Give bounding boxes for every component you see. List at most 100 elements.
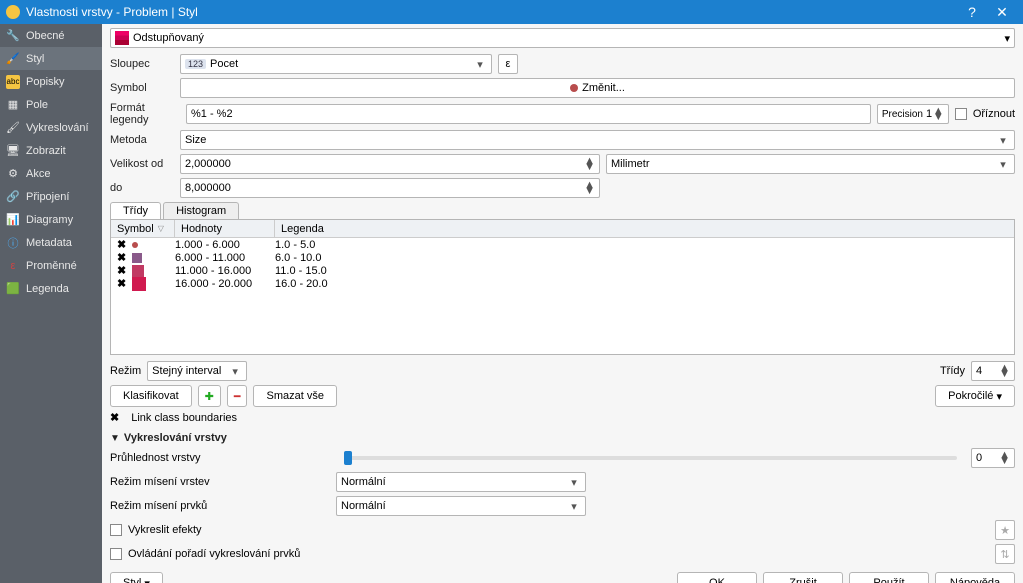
mode-select[interactable]: Stejný interval ▾: [147, 361, 247, 381]
wrench-icon: 🔧: [6, 29, 20, 43]
size-to-value: 8,000000: [185, 182, 231, 194]
renderer-type-select[interactable]: Odstupňovaný ▾: [110, 28, 1015, 48]
info-icon: ⓘ: [6, 236, 20, 250]
sidebar-item-legend[interactable]: 🟩 Legenda: [0, 277, 102, 300]
spinner-arrows-icon: ▲▼: [999, 452, 1010, 464]
sidebar-item-label: Zobrazit: [26, 145, 66, 157]
column-value: Pocet: [210, 58, 238, 70]
sidebar-item-label: Legenda: [26, 283, 69, 295]
blend-layer-label: Režim mísení vrstev: [110, 476, 330, 488]
sidebar-item-general[interactable]: 🔧Obecné: [0, 24, 102, 47]
row-legend: 16.0 - 20.0: [275, 278, 328, 290]
blend-feature-select[interactable]: Normální ▾: [336, 496, 586, 516]
add-class-button[interactable]: ✚: [198, 385, 221, 407]
classify-button[interactable]: Klasifikovat: [110, 385, 192, 407]
chevron-down-icon: ▾: [996, 134, 1010, 147]
sidebar-item-actions[interactable]: ⚙Akce: [0, 162, 102, 185]
classes-count-value: 4: [976, 365, 982, 377]
transparency-slider[interactable]: [344, 456, 957, 460]
remove-class-button[interactable]: ━: [227, 385, 248, 407]
renderer-type-value: Odstupňovaný: [133, 32, 204, 44]
sidebar-item-label: Diagramy: [26, 214, 73, 226]
transparency-spinner[interactable]: 0 ▲▼: [971, 448, 1015, 468]
sidebar-item-labels[interactable]: abcPopisky: [0, 70, 102, 93]
monitor-icon: 🖥: [6, 144, 20, 158]
tab-histogram[interactable]: Histogram: [163, 202, 239, 219]
sidebar-item-variables[interactable]: εProměnné: [0, 254, 102, 277]
table-row[interactable]: ✖16.000 - 20.00016.0 - 20.0: [111, 277, 1014, 290]
grid-header-symbol[interactable]: Symbol▽: [111, 220, 175, 237]
sidebar-item-label: Pole: [26, 99, 48, 111]
symbol-label: Symbol: [110, 82, 174, 94]
titlebar: Vlastnosti vrstvy - Problem | Styl ? ✕: [0, 0, 1023, 24]
effects-settings-button[interactable]: ★: [995, 520, 1015, 540]
classes-count-label: Třídy: [940, 365, 965, 377]
classes-count-spinner[interactable]: 4 ▲▼: [971, 361, 1015, 381]
size-to-spinner[interactable]: 8,000000 ▲▼: [180, 178, 600, 198]
expression-button[interactable]: ε: [498, 54, 518, 74]
advanced-button[interactable]: Pokročilé ▾: [935, 385, 1015, 407]
sidebar-item-joins[interactable]: 🔗Připojení: [0, 185, 102, 208]
chevron-down-icon: ▾: [1004, 32, 1010, 45]
method-select[interactable]: Size ▾: [180, 130, 1015, 150]
tab-classes[interactable]: Třídy: [110, 202, 161, 219]
trim-label: Oříznout: [973, 108, 1015, 120]
sort-icon: ⇅: [1000, 548, 1009, 561]
help-button[interactable]: Nápověda: [935, 572, 1015, 583]
table-icon: ▦: [6, 98, 20, 112]
row-legend: 6.0 - 10.0: [275, 252, 321, 264]
blend-layer-select[interactable]: Normální ▾: [336, 472, 586, 492]
enabled-check-icon[interactable]: ✖: [117, 264, 126, 277]
size-unit-select[interactable]: Milimetr ▾: [606, 154, 1015, 174]
layer-rendering-header[interactable]: ▼ Vykreslování vrstvy: [110, 432, 1015, 444]
size-from-spinner[interactable]: 2,000000 ▲▼: [180, 154, 600, 174]
graduated-icon: [115, 31, 129, 45]
slider-thumb[interactable]: [344, 451, 352, 465]
sidebar-item-rendering[interactable]: 🖌Vykreslování: [0, 116, 102, 139]
sidebar-item-metadata[interactable]: ⓘ Metadata: [0, 231, 102, 254]
precision-label: Precision: [882, 109, 923, 120]
number-type-icon: 123: [185, 59, 206, 69]
chevron-down-icon: ▼: [110, 433, 120, 444]
close-button[interactable]: ✕: [987, 4, 1017, 21]
enabled-check-icon[interactable]: ✖: [117, 277, 126, 290]
table-row[interactable]: ✖11.000 - 16.00011.0 - 15.0: [111, 264, 1014, 277]
plus-icon: ✚: [205, 390, 214, 403]
sidebar-item-display[interactable]: 🖥 Zobrazit: [0, 139, 102, 162]
apply-button[interactable]: Použít: [849, 572, 929, 583]
legend-icon: 🟩: [6, 282, 20, 296]
column-select[interactable]: 123 Pocet ▾: [180, 54, 492, 74]
epsilon-icon: ε: [506, 58, 511, 70]
delete-all-button[interactable]: Smazat vše: [253, 385, 336, 407]
precision-spinner[interactable]: Precision 1 ▲▼: [877, 104, 949, 124]
blend-feature-label: Režim mísení prvků: [110, 500, 330, 512]
chevron-down-icon: ▾: [567, 476, 581, 489]
style-menu-button[interactable]: Styl ▾: [110, 572, 163, 583]
enabled-check-icon[interactable]: ✖: [117, 251, 126, 264]
trim-checkbox[interactable]: [955, 108, 967, 120]
order-settings-button[interactable]: ⇅: [995, 544, 1015, 564]
grid-header-values[interactable]: Hodnoty: [175, 220, 275, 237]
size-unit-value: Milimetr: [611, 158, 650, 170]
draw-effects-checkbox[interactable]: [110, 524, 122, 536]
ok-button[interactable]: OK: [677, 572, 757, 583]
cancel-button[interactable]: Zrušit: [763, 572, 843, 583]
chart-icon: 📊: [6, 213, 20, 227]
chevron-down-icon: ▾: [473, 58, 487, 71]
transparency-label: Průhlednost vrstvy: [110, 452, 330, 464]
sidebar-item-diagrams[interactable]: 📊 Diagramy: [0, 208, 102, 231]
table-row[interactable]: ✖1.000 - 6.0001.0 - 5.0: [111, 238, 1014, 251]
enabled-check-icon[interactable]: ✖: [117, 238, 126, 251]
control-order-checkbox[interactable]: [110, 548, 122, 560]
table-row[interactable]: ✖6.000 - 11.0006.0 - 10.0: [111, 251, 1014, 264]
sidebar-item-fields[interactable]: ▦ Pole: [0, 93, 102, 116]
sidebar-item-label: Popisky: [26, 76, 65, 88]
link-check-icon[interactable]: ✖: [110, 411, 119, 424]
help-button[interactable]: ?: [957, 4, 987, 20]
grid-header-legend[interactable]: Legenda: [275, 220, 1014, 237]
spinner-arrows-icon: ▲▼: [999, 365, 1010, 377]
sidebar-item-style[interactable]: 🖌️Styl: [0, 47, 102, 70]
legend-format-input[interactable]: %1 - %2: [186, 104, 871, 124]
sidebar-item-label: Metadata: [26, 237, 72, 249]
symbol-change-button[interactable]: Změnit...: [180, 78, 1015, 98]
